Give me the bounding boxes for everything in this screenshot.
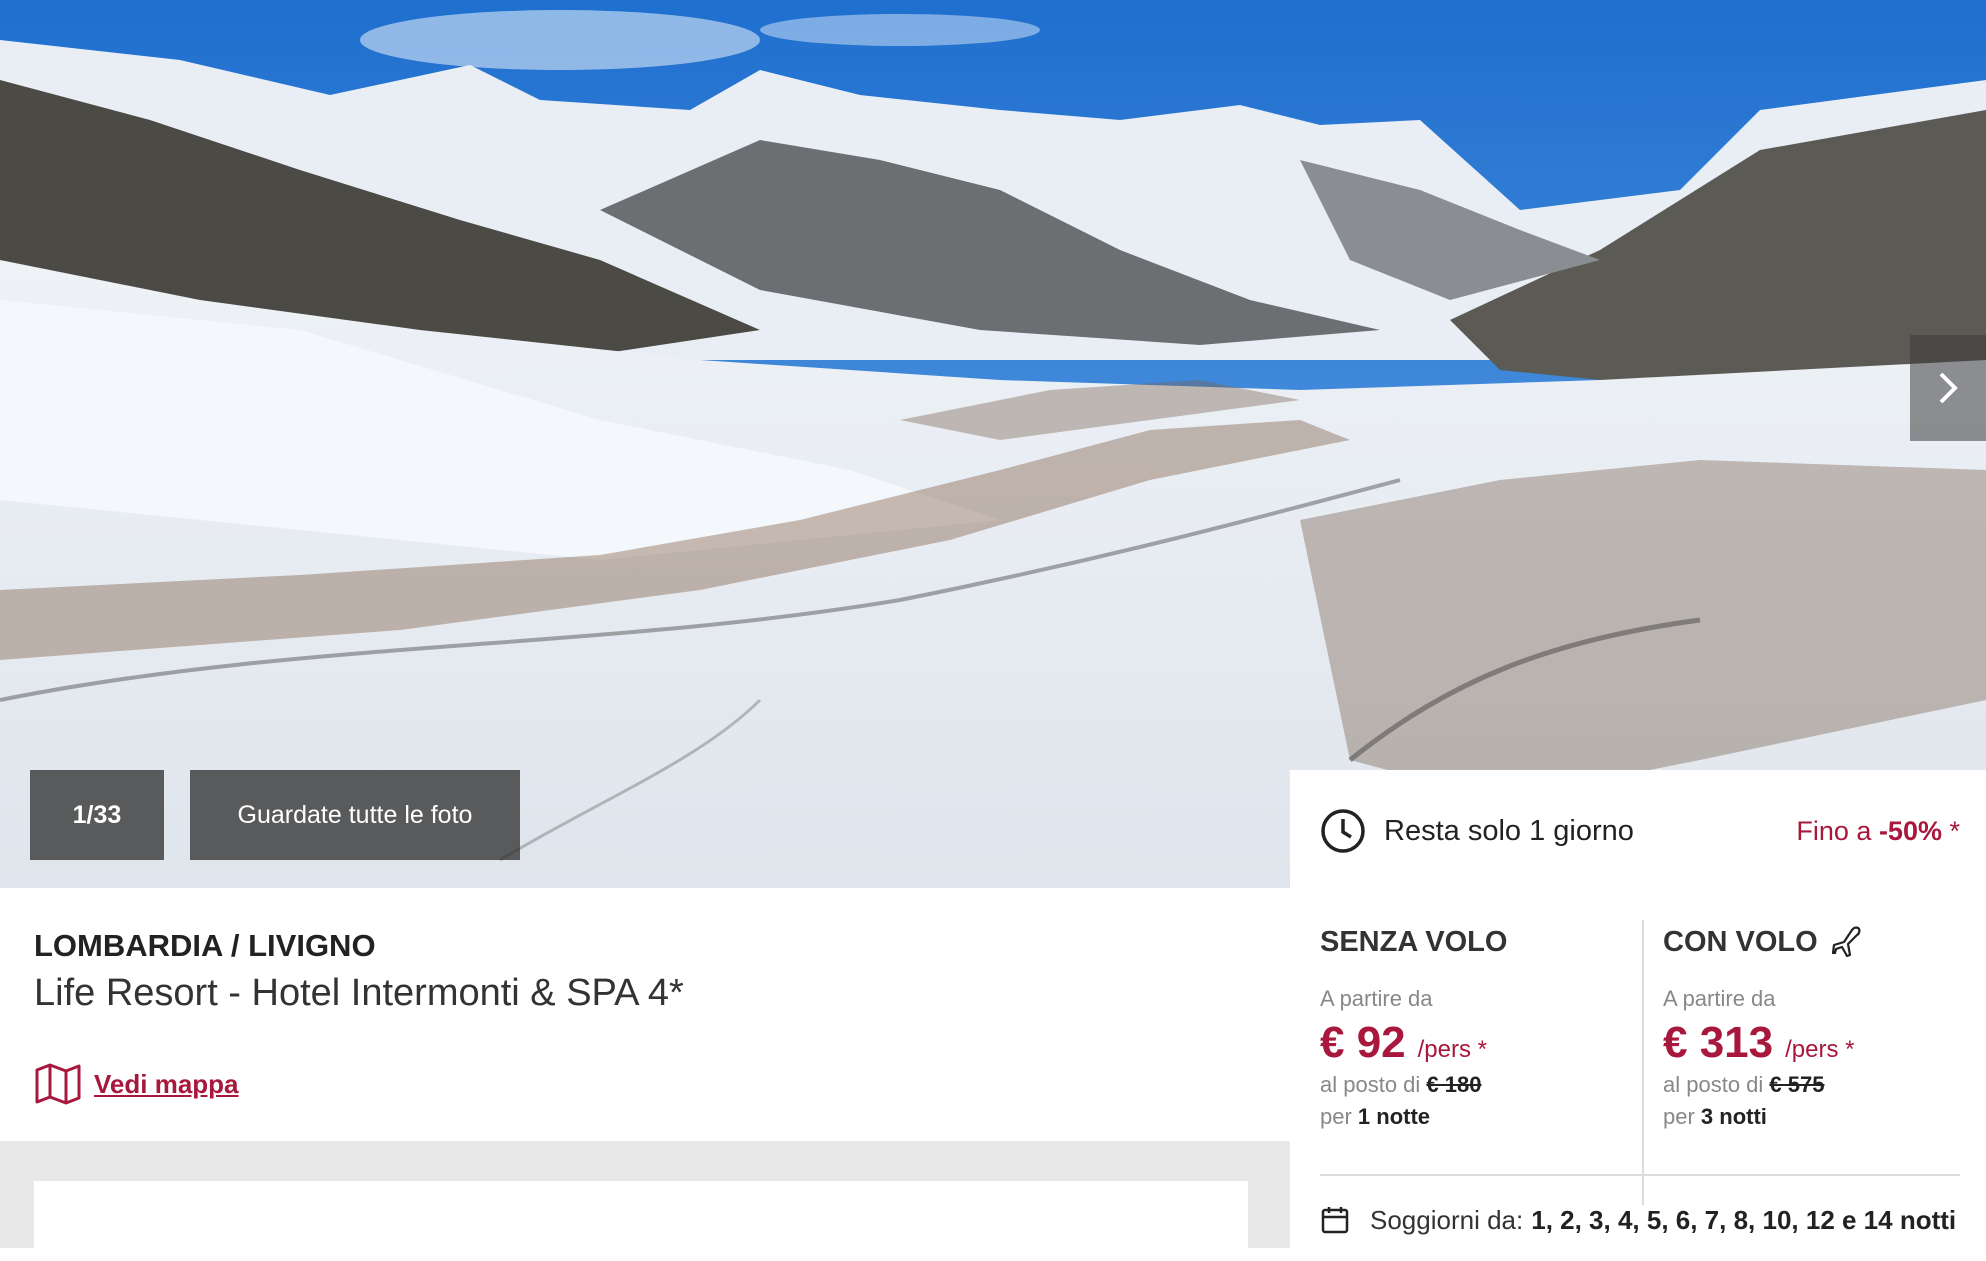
instead-label: al posto di xyxy=(1663,1072,1764,1097)
section-divider xyxy=(1320,1174,1960,1176)
deal-timer: Resta solo 1 giorno Fino a -50% * xyxy=(1320,806,1960,856)
photo-counter: 1/33 xyxy=(30,770,164,860)
discount-suffix: * xyxy=(1949,815,1960,846)
view-all-photos-button[interactable]: Guardate tutte le foto xyxy=(190,770,520,860)
old-price-line: al posto di € 575 xyxy=(1663,1072,1986,1098)
plane-icon xyxy=(1831,926,1861,958)
view-map-label: Vedi mappa xyxy=(94,1068,239,1099)
content-card xyxy=(34,1181,1248,1261)
from-label: A partire da xyxy=(1320,986,1433,1011)
stays-label: Soggiorni da: xyxy=(1370,1204,1524,1235)
discount-prefix: Fino a xyxy=(1796,815,1872,846)
per-label: per xyxy=(1663,1104,1695,1129)
price: € 92 xyxy=(1320,1018,1406,1067)
old-price: € 575 xyxy=(1769,1072,1825,1097)
discount-badge: Fino a -50% * xyxy=(1796,816,1960,847)
per-person-label: /pers * xyxy=(1417,1036,1488,1063)
time-left-text: Resta solo 1 giorno xyxy=(1384,814,1634,847)
instead-label: al posto di xyxy=(1320,1072,1421,1097)
hotel-name: Life Resort - Hotel Intermonti & SPA 4* xyxy=(34,972,684,1014)
offer-with-flight[interactable]: CON VOLO A partire da € 313 /pers * al p… xyxy=(1663,920,1986,1130)
nights-line: per 3 notti xyxy=(1663,1104,1986,1130)
map-icon xyxy=(35,1063,81,1105)
old-price-line: al posto di € 180 xyxy=(1320,1072,1650,1098)
clock-icon xyxy=(1321,809,1365,853)
from-label: A partire da xyxy=(1663,986,1776,1011)
next-photo-button[interactable] xyxy=(1910,335,1986,441)
discount-value: -50% xyxy=(1878,815,1942,846)
chevron-right-icon xyxy=(1939,372,1958,404)
column-divider xyxy=(1642,920,1644,1205)
without-flight-title: SENZA VOLO xyxy=(1320,925,1508,958)
offer-panel: Resta solo 1 giorno Fino a -50% * SENZA … xyxy=(1290,770,1986,1248)
hero-photo[interactable]: 1/33 Guardate tutte le foto xyxy=(0,0,1986,888)
hotel-info: LOMBARDIA / LIVIGNO Life Resort - Hotel … xyxy=(0,888,1290,1138)
per-person-label: /pers * xyxy=(1785,1036,1855,1063)
per-label: per xyxy=(1320,1104,1352,1129)
mountain-landscape-image xyxy=(0,0,1986,888)
nights: 1 notte xyxy=(1357,1104,1431,1129)
stay-durations: Soggiorni da: 1, 2, 3, 4, 5, 6, 7, 8, 10… xyxy=(1320,1195,1980,1245)
nights: 3 notti xyxy=(1700,1104,1767,1129)
view-map-link[interactable]: Vedi mappa xyxy=(34,1060,239,1108)
nights-line: per 1 notte xyxy=(1320,1104,1650,1130)
price: € 313 xyxy=(1663,1018,1774,1067)
with-flight-title: CON VOLO xyxy=(1663,925,1818,958)
with-flight-heading: CON VOLO xyxy=(1663,920,1986,964)
offer-without-flight[interactable]: SENZA VOLO A partire da € 92 /pers * al … xyxy=(1320,920,1650,1130)
calendar-icon xyxy=(1321,1207,1349,1234)
hotel-region: LOMBARDIA / LIVIGNO xyxy=(34,928,376,963)
stays-values: 1, 2, 3, 4, 5, 6, 7, 8, 10, 12 e 14 nott… xyxy=(1531,1204,1957,1235)
old-price: € 180 xyxy=(1426,1072,1482,1097)
